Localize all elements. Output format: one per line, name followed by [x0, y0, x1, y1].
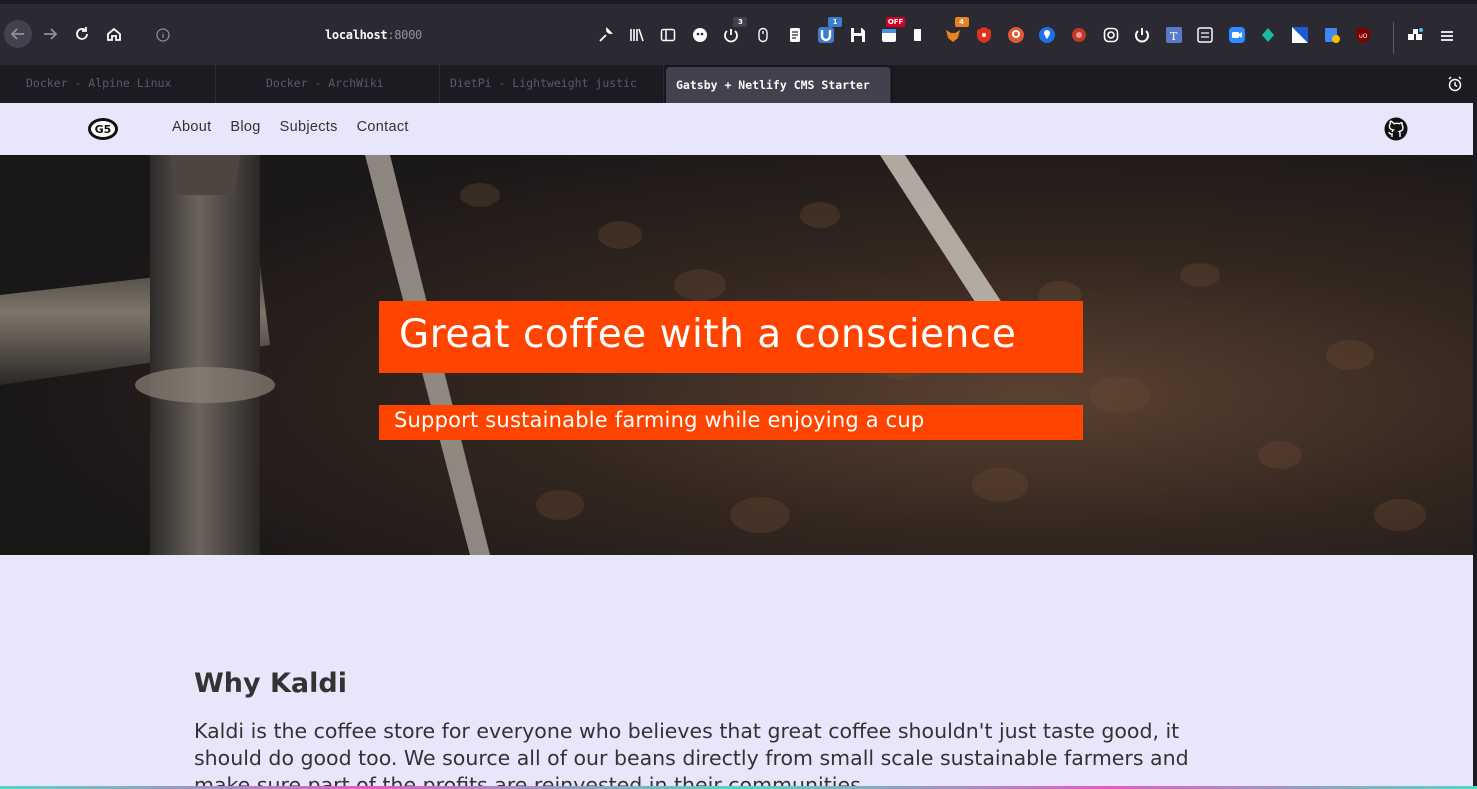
- reload-button[interactable]: [68, 20, 96, 48]
- tab-strip: Docker - Alpine Linux Docker - ArchWiki …: [0, 65, 1477, 103]
- dictionary-icon[interactable]: [1196, 26, 1214, 44]
- reader-icon[interactable]: [912, 26, 930, 44]
- translate-icon[interactable]: T: [1165, 26, 1183, 44]
- mouse-icon[interactable]: [754, 26, 772, 44]
- svg-text:uO: uO: [1359, 33, 1368, 40]
- window-right-edge: [1473, 103, 1477, 789]
- tab-docker-archwiki[interactable]: Docker - ArchWiki: [216, 65, 440, 103]
- nav-link-contact[interactable]: Contact: [357, 119, 409, 135]
- home-button[interactable]: [100, 20, 128, 48]
- u-extension-icon[interactable]: 1: [817, 17, 843, 44]
- back-arrow-icon: [10, 28, 24, 40]
- drive-extension-icon[interactable]: [1323, 26, 1341, 44]
- svg-text:G5: G5: [95, 123, 112, 136]
- shield-red-icon[interactable]: [975, 26, 993, 44]
- ublock-icon[interactable]: uO: [1354, 26, 1372, 44]
- site-navbar: G5 About Blog Subjects Contact: [0, 103, 1473, 155]
- tab-dietpi[interactable]: DietPi - Lightweight justic: [440, 65, 664, 103]
- duckduckgo-icon[interactable]: [1007, 26, 1025, 44]
- library-icon[interactable]: [628, 26, 646, 44]
- toolbar-extensions: 3 1 OFF 4 T uO: [596, 17, 1386, 50]
- sidebar-icon[interactable]: [659, 26, 677, 44]
- hero-title: Great coffee with a conscience: [379, 301, 1083, 373]
- github-icon[interactable]: [1384, 117, 1408, 141]
- hero-banner: Great coffee with a conscience Support s…: [0, 155, 1473, 555]
- power-timer-icon[interactable]: 3: [722, 17, 748, 44]
- reload-icon: [76, 27, 88, 40]
- notes-icon[interactable]: [786, 26, 804, 44]
- ghost-extension-icon[interactable]: [691, 26, 709, 44]
- browser-toolbar: localhost:8000 3 1 OFF 4 T uO: [0, 4, 1477, 65]
- location-icon[interactable]: [1038, 26, 1056, 44]
- nav-link-subjects[interactable]: Subjects: [280, 119, 338, 135]
- calendar-extension-icon[interactable]: OFF: [880, 17, 906, 44]
- teal-extension-icon[interactable]: [1259, 26, 1277, 44]
- url-bar[interactable]: localhost:8000: [143, 18, 583, 52]
- extensions-puzzle-icon[interactable]: [1406, 27, 1424, 45]
- forward-arrow-icon: [44, 28, 58, 40]
- wrench-icon[interactable]: [596, 26, 614, 44]
- tab-docker-alpine[interactable]: Docker - Alpine Linux: [0, 65, 216, 103]
- alarm-icon[interactable]: [1446, 75, 1464, 93]
- why-heading: Why Kaldi: [194, 668, 347, 699]
- back-button[interactable]: [4, 20, 32, 48]
- tab-gatsby-starter[interactable]: Gatsby + Netlify CMS Starter: [666, 67, 891, 103]
- url-text: localhost:8000: [325, 28, 422, 42]
- info-icon[interactable]: [155, 27, 171, 43]
- instagram-icon[interactable]: [1102, 26, 1120, 44]
- site-logo[interactable]: G5: [87, 117, 119, 141]
- forward-button[interactable]: [36, 20, 64, 48]
- zoom-icon[interactable]: [1228, 26, 1246, 44]
- toolbar-separator: [1393, 22, 1394, 54]
- site-nav-links: About Blog Subjects Contact: [172, 119, 428, 135]
- power-icon[interactable]: [1133, 26, 1151, 44]
- fox-extension-icon[interactable]: 4: [944, 17, 969, 44]
- save-icon[interactable]: [849, 26, 867, 44]
- home-icon: [107, 27, 121, 41]
- flower-extension-icon[interactable]: [1070, 26, 1088, 44]
- web-page: G5 About Blog Subjects Contact Great cof…: [0, 103, 1473, 786]
- menu-icon[interactable]: [1438, 27, 1456, 45]
- why-body-text: Kaldi is the coffee store for everyone w…: [194, 719, 1189, 786]
- nav-link-about[interactable]: About: [172, 119, 211, 135]
- diagonal-extension-icon[interactable]: [1291, 26, 1309, 44]
- hero-subtitle: Support sustainable farming while enjoyi…: [379, 405, 1083, 440]
- nav-link-blog[interactable]: Blog: [230, 119, 260, 135]
- svg-text:T: T: [1170, 30, 1178, 43]
